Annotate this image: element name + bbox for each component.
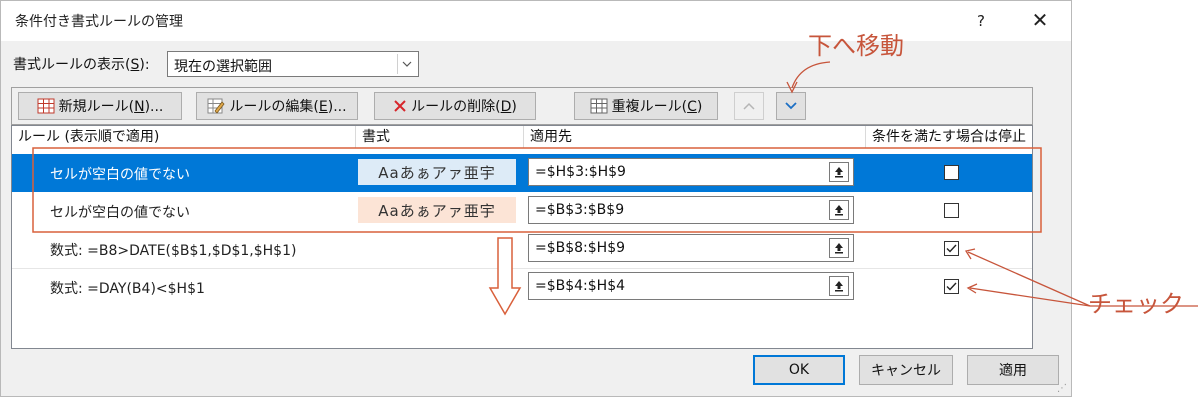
check-leader-line [969,287,1091,307]
check-callout: チェック [1088,290,1184,318]
check-leader-line [967,251,1091,307]
move-down-leader-line [791,61,831,89]
annotation-overlay [32,61,1198,316]
highlight-frame [32,147,1042,233]
move-down-arrow-icon [488,237,522,316]
move-down-callout: 下へ移動 [808,32,904,60]
